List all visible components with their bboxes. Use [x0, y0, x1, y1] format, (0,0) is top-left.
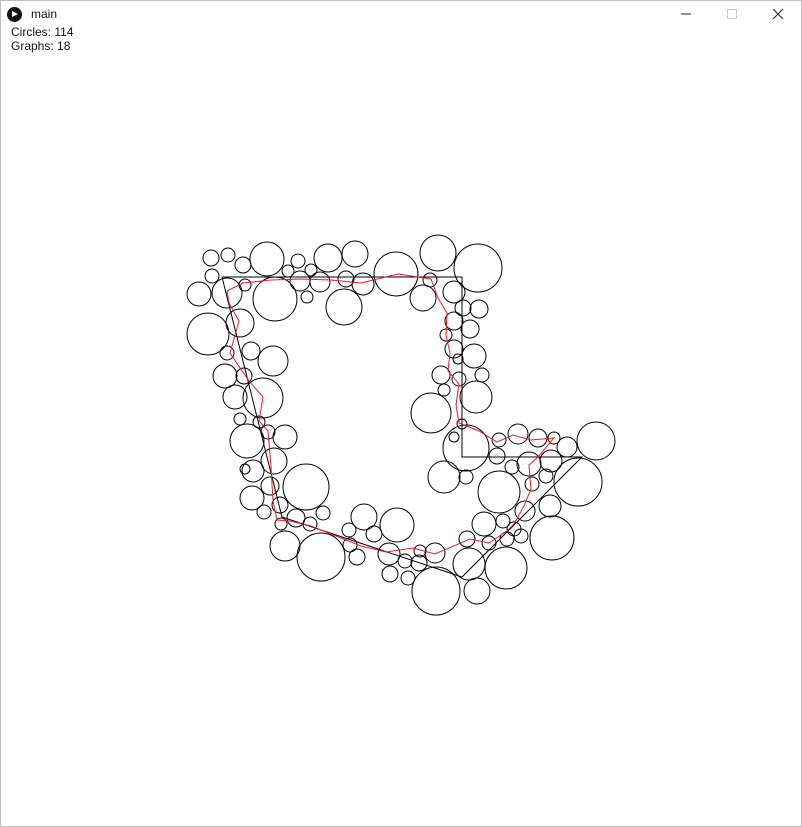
- packed-circle: [539, 449, 563, 473]
- packed-circle: [437, 383, 451, 397]
- packed-circle: [220, 247, 236, 263]
- packed-circle: [249, 241, 285, 277]
- packed-circle: [233, 412, 247, 426]
- packed-circle: [410, 392, 452, 434]
- packed-circle: [458, 469, 474, 485]
- packed-circle: [459, 380, 493, 414]
- packed-circle: [309, 271, 331, 293]
- packed-circle: [529, 515, 575, 561]
- packed-circle: [458, 530, 476, 548]
- packed-circle: [313, 243, 343, 273]
- packed-circle: [424, 542, 446, 564]
- packed-circle: [341, 240, 369, 268]
- packed-circle: [204, 268, 220, 284]
- packed-circle: [186, 312, 230, 356]
- packed-circle: [348, 548, 366, 566]
- packed-circle: [315, 505, 331, 521]
- packed-circle: [234, 256, 252, 274]
- packed-circle: [300, 290, 314, 304]
- packed-circle: [442, 424, 490, 472]
- packed-circle: [290, 253, 306, 269]
- packed-circle: [448, 431, 460, 443]
- packed-circle: [365, 525, 383, 543]
- packed-circle: [528, 428, 548, 448]
- app-window: main Circles: 114 Graphs: 18: [0, 0, 802, 827]
- packed-circle: [524, 476, 540, 492]
- packed-circle: [488, 447, 506, 465]
- packed-circle: [538, 494, 562, 518]
- packed-circle: [225, 308, 255, 338]
- packed-circle: [461, 343, 487, 369]
- packed-circle: [507, 423, 529, 445]
- polygon-layer: [221, 276, 584, 578]
- packed-circle: [239, 463, 251, 475]
- packed-circle: [431, 365, 451, 385]
- packed-circle: [186, 281, 212, 307]
- packed-circle: [289, 270, 311, 292]
- packed-circle: [296, 532, 346, 582]
- packed-circle: [427, 460, 461, 494]
- packed-circle: [576, 421, 616, 461]
- packed-circle: [471, 511, 497, 537]
- packed-circle: [241, 459, 265, 483]
- packed-circle: [257, 345, 289, 377]
- packed-circle: [553, 457, 603, 507]
- packed-circle: [351, 272, 375, 296]
- circles-layer: [186, 234, 616, 616]
- packed-circle: [381, 565, 399, 583]
- packed-circle: [272, 424, 298, 450]
- packed-circle: [419, 234, 457, 272]
- packed-circle: [454, 299, 472, 317]
- packed-circle: [341, 522, 357, 538]
- packed-circle: [409, 284, 437, 312]
- packed-circle: [238, 278, 252, 292]
- packed-circle: [269, 530, 301, 562]
- packed-circle: [260, 447, 288, 475]
- sketch-canvas[interactable]: [1, 1, 801, 826]
- packed-circle: [460, 319, 480, 339]
- packed-circle: [477, 470, 521, 514]
- packed-circle: [325, 288, 363, 326]
- packed-circle: [474, 367, 490, 383]
- packed-circle: [202, 249, 220, 267]
- packed-circle: [256, 504, 272, 520]
- packed-circle: [379, 507, 415, 543]
- packed-circle: [302, 516, 318, 532]
- bounding-polygon: [221, 276, 584, 578]
- packed-circle: [219, 345, 235, 361]
- packed-circle: [453, 243, 503, 293]
- packed-circle: [212, 363, 238, 389]
- packed-circle: [463, 577, 491, 605]
- packed-circle: [377, 542, 401, 566]
- packed-circle: [469, 299, 489, 319]
- packed-circle: [484, 546, 528, 590]
- packed-circle: [241, 341, 261, 361]
- packed-circle: [282, 463, 330, 511]
- packed-circle: [229, 423, 265, 459]
- packed-circle: [516, 451, 542, 477]
- packed-circle: [444, 311, 464, 331]
